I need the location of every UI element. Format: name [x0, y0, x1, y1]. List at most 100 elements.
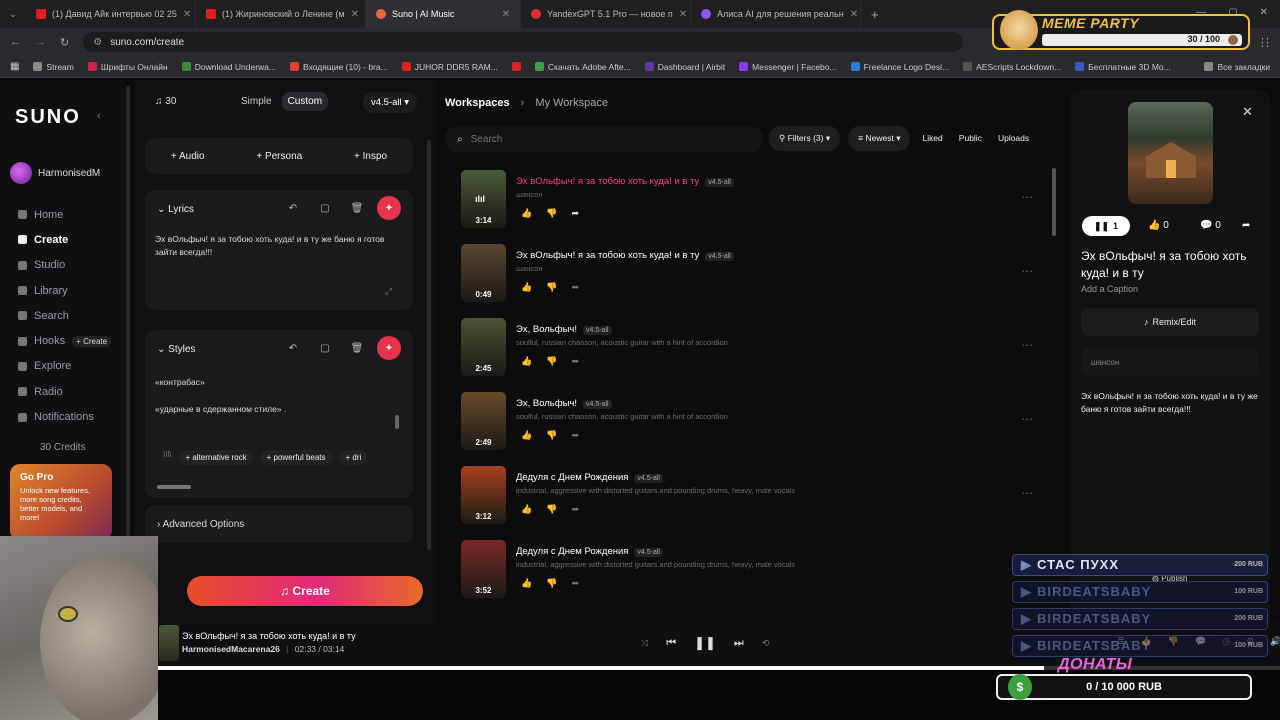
song-row[interactable]: ılıl 3:14 Эх вОльфыч! я за тобою хоть куда… — [461, 170, 1061, 230]
player-artist[interactable]: HarmonisedMacarena26 — [182, 644, 280, 654]
thumbs-down-icon[interactable]: 👎 — [546, 504, 557, 515]
user-profile[interactable]: HarmonisedM — [10, 162, 100, 184]
repeat-icon[interactable]: ⟲ — [762, 638, 770, 649]
sort-button[interactable]: ≡ Newest ▾ — [848, 126, 911, 151]
thumbs-up-icon[interactable]: 👍 — [521, 578, 532, 589]
share-icon[interactable]: ➦ — [571, 430, 579, 441]
browser-tab[interactable]: (1) Давид Айк интервью 02 25 ✕ — [26, 0, 196, 28]
styles-textarea[interactable]: «контрабас» «ударные в сдержанном стиле»… — [155, 376, 286, 416]
thumbs-up-icon[interactable]: 👍 — [521, 356, 532, 367]
player-thumb[interactable] — [159, 625, 179, 661]
song-title[interactable]: Эх вОльфыч! я за тобою хоть куда! и в ту… — [516, 176, 734, 187]
song-title[interactable]: Дедуля с Днем Рождения v4.5-all — [516, 472, 663, 483]
thumbs-down-icon[interactable]: 👎 — [546, 356, 557, 367]
close-icon[interactable]: ✕ — [850, 9, 858, 20]
sidebar-item-radio[interactable]: Radio — [18, 379, 111, 404]
go-pro-card[interactable]: Go Pro Unlock new features, more song cre… — [10, 464, 112, 540]
share-icon[interactable]: ➦ — [571, 208, 579, 219]
share-icon[interactable]: ➦ — [571, 282, 579, 293]
bookmark[interactable]: Dashboard | Airbit — [644, 62, 725, 72]
bookmark[interactable]: JUHOR DDR5 RAM... — [401, 62, 498, 72]
more-options-icon[interactable]: ⋯ — [1021, 412, 1033, 426]
add-persona-button[interactable]: + Persona — [256, 151, 302, 162]
song-thumbnail[interactable]: ılıl 3:14 — [461, 170, 506, 228]
magic-icon[interactable]: ✦ — [377, 196, 401, 220]
add-audio-button[interactable]: + Audio — [171, 151, 205, 162]
bookmark[interactable]: Freelance Logo Desi... — [850, 62, 949, 72]
bookmark[interactable]: Download Underwa... — [181, 62, 276, 72]
apps-icon[interactable]: ▦ — [10, 61, 19, 72]
song-row[interactable]: 2:49 Эх, Вольфыч! v4.5-all soulful, russian… — [461, 392, 1061, 452]
public-filter[interactable]: Public — [955, 126, 986, 151]
bookmark[interactable]: Скачать Adobe Afte... — [534, 62, 631, 72]
sidebar-item-explore[interactable]: Explore — [18, 354, 111, 379]
mode-simple-tab[interactable]: Simple — [235, 92, 278, 111]
close-icon[interactable]: ✕ — [1242, 104, 1253, 120]
song-title[interactable]: Эх, Вольфыч! v4.5-all — [516, 398, 612, 409]
thumbs-up-icon[interactable]: 👍 — [521, 208, 532, 219]
song-row[interactable]: 0:49 Эх вОльфыч! я за тобою хоть куда! и … — [461, 244, 1061, 304]
song-title[interactable]: Эх, Вольфыч! v4.5-all — [516, 324, 612, 335]
search-box[interactable]: ⌕ Search — [445, 126, 763, 152]
back-icon[interactable]: ← — [10, 36, 21, 48]
thumbs-up-icon[interactable]: 👍 — [521, 282, 532, 293]
filters-button[interactable]: ⚲ Filters (3) ▾ — [769, 126, 841, 151]
thumbs-up-icon[interactable]: 👍 — [521, 430, 532, 441]
share-icon[interactable]: ➦ — [571, 504, 579, 515]
liked-filter[interactable]: Liked — [918, 126, 946, 151]
panel-scrollbar[interactable] — [427, 140, 431, 550]
song-title[interactable]: Эх вОльфыч! я за тобою хоть куда! и в ту… — [516, 250, 734, 261]
model-select[interactable]: v4.5-all ▾ — [363, 92, 418, 113]
sidebar-item-studio[interactable]: Studio — [18, 253, 111, 278]
remix-edit-button[interactable]: ♪ Remix/Edit — [1081, 308, 1259, 336]
sidebar-item-create[interactable]: Create — [18, 227, 111, 252]
browser-tab-active[interactable]: Suno | AI Music ✕ — [366, 0, 521, 28]
hooks-create-button[interactable]: + Create — [72, 335, 112, 347]
song-thumbnail[interactable]: 3:52 — [461, 540, 506, 598]
more-options-icon[interactable]: ⋯ — [1021, 486, 1033, 500]
bookmark[interactable]: Входящие (10) - bra... — [290, 62, 388, 72]
bookmark[interactable]: AEScripts Lockdown... — [963, 62, 1061, 72]
thumbs-down-icon[interactable]: 👎 — [546, 578, 557, 589]
credits-count[interactable]: 30 Credits — [40, 442, 86, 453]
song-title[interactable]: Дедуля с Днем Рождения v4.5-all — [516, 546, 663, 557]
magic-icon[interactable]: ✦ — [377, 336, 401, 360]
song-row[interactable]: 2:45 Эх, Вольфыч! v4.5-all soulful, russian… — [461, 318, 1061, 378]
extensions-menu-icon[interactable]: ⋮ — [1262, 36, 1273, 49]
create-button[interactable]: ♫ Create — [187, 576, 423, 606]
tags-scrollbar[interactable] — [157, 485, 191, 489]
browser-tab[interactable]: YandexGPT 5.1 Pro — новое п ✕ — [521, 0, 691, 28]
close-icon[interactable]: ✕ — [679, 9, 687, 20]
close-icon[interactable]: ✕ — [183, 9, 191, 20]
lyrics-header[interactable]: ⌄ Lyrics — [157, 204, 194, 215]
like-button[interactable]: 👍 0 — [1148, 220, 1169, 231]
sidebar-item-library[interactable]: Library — [18, 278, 111, 303]
share-icon[interactable]: ➦ — [571, 356, 579, 367]
add-caption[interactable]: Add a Caption — [1081, 284, 1138, 294]
bookmark[interactable]: Stream — [33, 62, 74, 72]
lyrics-textarea[interactable]: Эх вОльфыч! я за тобою хоть куда! и в ту… — [155, 233, 400, 259]
reload-icon[interactable]: ↻ — [60, 36, 69, 49]
player-title[interactable]: Эх вОльфыч! я за тобою хоть куда! и в ту — [182, 631, 356, 641]
shuffle-icon[interactable]: ⤨ — [641, 638, 648, 649]
new-tab-icon[interactable]: + — [861, 7, 889, 22]
style-tag[interactable]: + powerful beats — [260, 450, 332, 465]
volume-icon[interactable]: 🔊 — [1270, 636, 1280, 647]
undo-icon[interactable]: ↶ — [281, 196, 305, 220]
sidebar-item-home[interactable]: Home — [18, 202, 111, 227]
forward-icon[interactable]: → — [35, 36, 46, 48]
browser-tab[interactable]: Алиса AI для решения реальн ✕ — [691, 0, 861, 28]
song-thumbnail[interactable]: 0:49 — [461, 244, 506, 302]
thumbs-down-icon[interactable]: 👎 — [546, 208, 557, 219]
sidebar-item-search[interactable]: Search — [18, 303, 111, 328]
song-thumbnail[interactable]: 3:12 — [461, 466, 506, 524]
all-bookmarks[interactable]: Все закладки — [1204, 62, 1270, 72]
next-icon[interactable]: ⏭ — [734, 637, 744, 650]
suno-logo[interactable]: SUNO — [15, 106, 81, 129]
previous-icon[interactable]: ⏮ — [666, 637, 676, 650]
share-icon[interactable]: ➦ — [1242, 220, 1250, 231]
thumbs-up-icon[interactable]: 👍 — [521, 504, 532, 515]
trash-icon[interactable]: 🗑 — [345, 196, 369, 220]
song-thumbnail[interactable]: 2:45 — [461, 318, 506, 376]
more-options-icon[interactable]: ⋯ — [1021, 190, 1033, 204]
